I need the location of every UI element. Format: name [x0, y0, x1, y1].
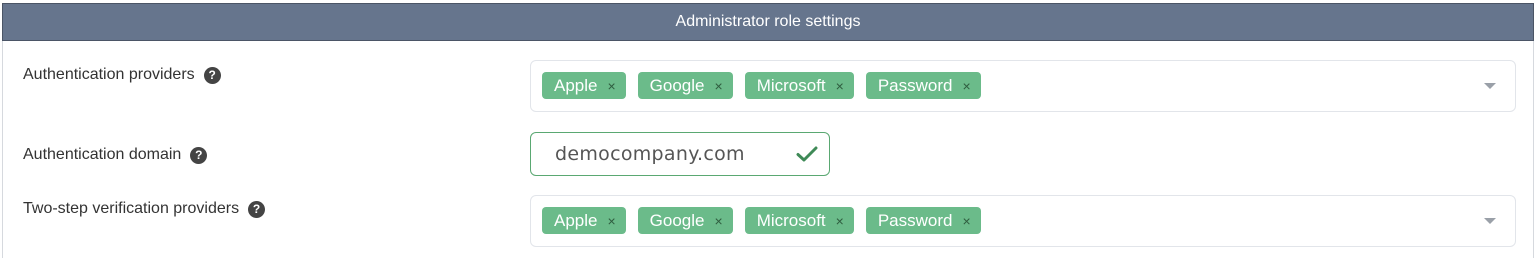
remove-tag-icon[interactable]: × — [715, 79, 723, 93]
tag-apple: Apple × — [542, 72, 626, 99]
auth-providers-tags: Apple × Google × Microsoft × Password × — [542, 72, 981, 99]
tag-label: Apple — [554, 75, 598, 95]
tag-google: Google × — [637, 72, 733, 99]
tag-label: Microsoft — [756, 75, 826, 95]
chevron-down-icon[interactable] — [1484, 218, 1496, 224]
auth-providers-select[interactable]: Apple × Google × Microsoft × Password × — [530, 60, 1516, 112]
remove-tag-icon[interactable]: × — [607, 214, 615, 228]
tag-label: Password — [877, 210, 953, 230]
remove-tag-icon[interactable]: × — [607, 79, 615, 93]
remove-tag-icon[interactable]: × — [962, 79, 970, 93]
tag-label: Google — [649, 210, 705, 230]
chevron-down-icon[interactable] — [1484, 83, 1496, 89]
tag-label: Google — [649, 75, 705, 95]
auth-domain-label: Authentication domain — [23, 146, 182, 163]
tag-password: Password × — [865, 72, 981, 99]
two-step-providers-tags: Apple × Google × Microsoft × Password × — [542, 207, 981, 234]
tag-password: Password × — [865, 207, 981, 234]
remove-tag-icon[interactable]: × — [836, 79, 844, 93]
tag-apple: Apple × — [542, 207, 626, 234]
help-icon[interactable]: ? — [248, 200, 266, 218]
auth-domain-field — [530, 132, 830, 176]
checkmark-icon — [796, 146, 818, 162]
tag-label: Password — [877, 75, 953, 95]
tag-label: Apple — [554, 210, 598, 230]
tag-label: Microsoft — [756, 210, 826, 230]
help-icon[interactable]: ? — [203, 66, 221, 84]
auth-providers-label-group: Authentication providers ? — [23, 65, 221, 85]
tag-microsoft: Microsoft × — [744, 72, 854, 99]
help-icon[interactable]: ? — [190, 146, 208, 164]
tag-microsoft: Microsoft × — [744, 207, 854, 234]
auth-providers-label: Authentication providers — [23, 66, 195, 83]
auth-domain-label-group: Authentication domain ? — [23, 145, 208, 165]
remove-tag-icon[interactable]: × — [962, 214, 970, 228]
two-step-label-group: Two-step verification providers ? — [23, 199, 266, 219]
two-step-label: Two-step verification providers — [23, 200, 240, 217]
remove-tag-icon[interactable]: × — [836, 214, 844, 228]
tag-google: Google × — [637, 207, 733, 234]
panel-header: Administrator role settings — [2, 3, 1534, 41]
remove-tag-icon[interactable]: × — [715, 214, 723, 228]
two-step-providers-select[interactable]: Apple × Google × Microsoft × Password × — [530, 195, 1516, 247]
panel-title: Administrator role settings — [675, 13, 861, 30]
auth-domain-input[interactable] — [555, 141, 785, 167]
